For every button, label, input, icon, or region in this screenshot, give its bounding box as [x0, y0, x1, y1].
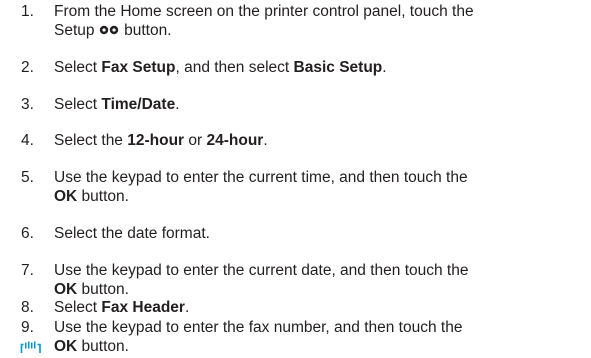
step-line: Select Fax Header. — [54, 298, 584, 317]
step-number: 6. — [21, 225, 34, 242]
step-text: Use the keypad to enter the fax number, … — [54, 318, 584, 356]
step-text: Select Time/Date. — [54, 95, 584, 114]
fax-icon — [20, 341, 41, 353]
menu-option-time-date: Time/Date — [101, 96, 176, 113]
step-line: Use the keypad to enter the fax number, … — [54, 319, 463, 336]
step-text: Use the keypad to enter the current time… — [54, 168, 584, 206]
step-text-segment: . — [175, 96, 180, 113]
step-text-segment: . — [263, 132, 268, 149]
step-line: OK button. — [54, 280, 584, 299]
step-text-segment: button. — [77, 281, 129, 298]
step-line: Use the keypad to enter the current date… — [54, 262, 469, 279]
step-number: 7. — [21, 262, 34, 279]
step-text-segment: button. — [77, 338, 129, 355]
step-line: From the Home screen on the printer cont… — [54, 3, 474, 20]
step-text: From the Home screen on the printer cont… — [54, 2, 584, 40]
step-text-segment: . — [382, 59, 387, 76]
setup-gear-icon — [99, 25, 119, 35]
step-text-segment: button. — [119, 22, 172, 39]
step-number: 3. — [21, 96, 34, 113]
step-line: Select the date format. — [54, 225, 210, 242]
step-text: Select Fax Header. — [54, 298, 584, 317]
step-text-segment: Setup — [54, 22, 99, 39]
step-text-segment: . — [184, 299, 190, 316]
menu-option-fax-setup: Fax Setup — [101, 59, 176, 76]
step-text-segment: Select — [54, 299, 102, 316]
step-text: Use the keypad to enter the current date… — [54, 261, 584, 299]
step-line: Select the 12-hour or 24-hour. — [54, 131, 584, 150]
step-number: 9. — [21, 319, 34, 336]
step-text: Select Fax Setup, and then select Basic … — [54, 58, 584, 77]
step-text-segment: or — [184, 132, 207, 149]
menu-option-24-hour: 24-hour — [206, 132, 264, 149]
step-text: Select the 12-hour or 24-hour. — [54, 131, 584, 150]
step-text-segment: Select — [54, 59, 102, 76]
step-number: 4. — [21, 132, 34, 149]
step-text: Select the date format. — [54, 224, 584, 243]
ok-button-label: OK — [54, 188, 78, 205]
ok-button-label: OK — [54, 281, 78, 298]
step-line: OK button. — [54, 187, 584, 206]
step-number: 5. — [21, 169, 34, 186]
step-text-segment: Select — [54, 96, 102, 113]
menu-option-basic-setup: Basic Setup — [293, 59, 383, 76]
step-text-segment: Select the — [54, 132, 128, 149]
step-line: Setup button. — [54, 21, 584, 40]
menu-option-12-hour: 12-hour — [127, 132, 185, 149]
step-number: 8. — [21, 299, 34, 316]
step-text-segment: button. — [77, 188, 129, 205]
step-number: 2. — [21, 59, 34, 76]
ok-button-label: OK — [54, 338, 78, 355]
step-line: Select Fax Setup, and then select Basic … — [54, 58, 584, 77]
menu-option-fax-header: Fax Header — [101, 299, 185, 316]
step-line: Use the keypad to enter the current time… — [54, 169, 468, 186]
step-line: OK button. — [54, 337, 584, 356]
step-text-segment: , and then select — [175, 59, 294, 76]
step-line: Select Time/Date. — [54, 95, 584, 114]
step-number: 1. — [21, 3, 34, 20]
